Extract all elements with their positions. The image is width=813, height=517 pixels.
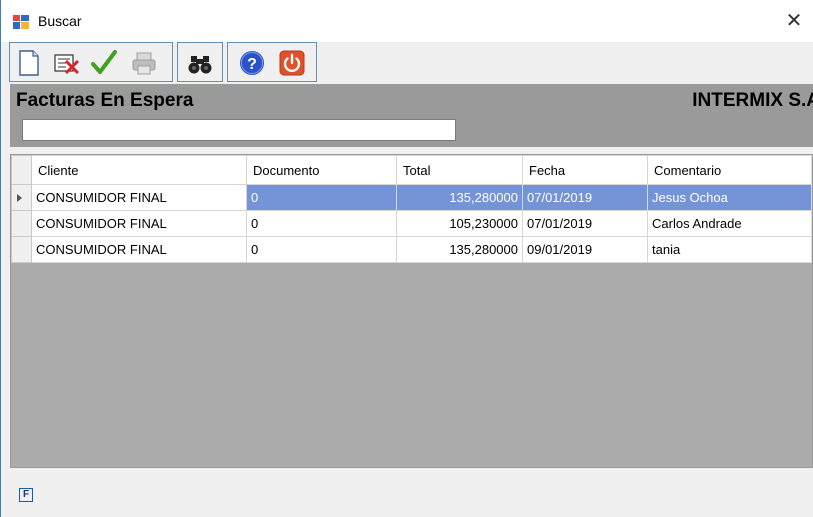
print-button[interactable] <box>128 47 160 79</box>
table-row[interactable]: CONSUMIDOR FINAL 0 135,280000 09/01/2019… <box>11 236 812 263</box>
buscar-window: Buscar ✕ ? Facturas En Espera INTERMIX S… <box>0 0 813 517</box>
close-button[interactable]: ✕ <box>781 8 807 34</box>
toolbar-group-edit <box>9 42 173 82</box>
footer-f-button[interactable]: F <box>19 488 33 502</box>
cell-comentario[interactable]: Carlos Andrade <box>647 210 812 237</box>
toolbar-group-search <box>177 42 223 82</box>
svg-text:?: ? <box>247 56 257 73</box>
window-title: Buscar <box>38 13 82 29</box>
column-header-cliente[interactable]: Cliente <box>31 155 247 185</box>
power-icon <box>279 50 305 76</box>
toolbar: ? <box>9 42 329 84</box>
row-header[interactable] <box>11 236 32 263</box>
page-title: Facturas En Espera <box>16 90 194 111</box>
cell-cliente[interactable]: CONSUMIDOR FINAL <box>31 210 247 237</box>
cell-documento[interactable]: 0 <box>246 236 397 263</box>
checkmark-icon <box>91 50 117 74</box>
accept-button[interactable] <box>88 47 120 79</box>
row-header[interactable] <box>11 210 32 237</box>
print-icon-disabled <box>132 52 156 75</box>
new-document-icon <box>19 50 39 76</box>
header-panel: Facturas En Espera INTERMIX S.A <box>10 84 813 147</box>
table-row[interactable]: CONSUMIDOR FINAL 0 105,230000 07/01/2019… <box>11 210 812 237</box>
column-header-comentario[interactable]: Comentario <box>647 155 812 185</box>
current-row-arrow-icon <box>17 193 22 202</box>
cell-comentario[interactable]: tania <box>647 236 812 263</box>
cell-total[interactable]: 135,280000 <box>396 236 523 263</box>
cell-documento[interactable]: 0 <box>246 184 397 211</box>
column-header-fecha[interactable]: Fecha <box>522 155 648 185</box>
company-name: INTERMIX S.A <box>692 90 813 111</box>
table-row[interactable]: CONSUMIDOR FINAL 0 135,280000 07/01/2019… <box>11 184 812 211</box>
cell-fecha[interactable]: 09/01/2019 <box>522 236 648 263</box>
help-button[interactable]: ? <box>236 47 268 79</box>
title-bar[interactable]: Buscar ✕ <box>1 0 813 42</box>
column-header-documento[interactable]: Documento <box>246 155 397 185</box>
cell-total[interactable]: 105,230000 <box>396 210 523 237</box>
cell-cliente[interactable]: CONSUMIDOR FINAL <box>31 184 247 211</box>
cell-fecha[interactable]: 07/01/2019 <box>522 184 648 211</box>
cell-fecha[interactable]: 07/01/2019 <box>522 210 648 237</box>
app-window-icon <box>13 15 29 29</box>
edit-document-icon <box>54 54 80 75</box>
column-header-row: Cliente Documento Total Fecha Comentario <box>11 155 812 185</box>
new-button[interactable] <box>13 47 45 79</box>
find-button[interactable] <box>184 47 216 79</box>
cell-documento[interactable]: 0 <box>246 210 397 237</box>
row-header[interactable] <box>11 184 32 211</box>
exit-button[interactable] <box>276 47 308 79</box>
invoices-grid[interactable]: Cliente Documento Total Fecha Comentario… <box>10 154 813 468</box>
edit-button[interactable] <box>50 47 82 79</box>
cell-comentario[interactable]: Jesus Ochoa <box>647 184 812 211</box>
help-icon: ? <box>240 51 264 75</box>
column-header-total[interactable]: Total <box>396 155 523 185</box>
invoices-table: Cliente Documento Total Fecha Comentario… <box>11 155 812 263</box>
row-header-corner <box>11 155 32 185</box>
toolbar-group-app: ? <box>227 42 317 82</box>
search-input[interactable] <box>22 119 456 141</box>
cell-cliente[interactable]: CONSUMIDOR FINAL <box>31 236 247 263</box>
cell-total[interactable]: 135,280000 <box>396 184 523 211</box>
binoculars-icon <box>188 56 212 74</box>
